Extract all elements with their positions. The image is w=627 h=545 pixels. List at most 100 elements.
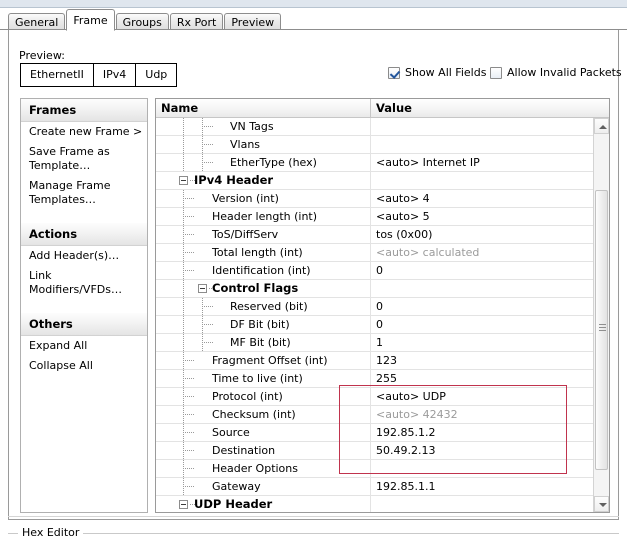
hex-editor-groupbox[interactable]: Hex Editor	[8, 523, 619, 545]
table-row[interactable]: Protocol (int) <auto> UDP	[156, 388, 594, 406]
tree-guide-line	[183, 252, 195, 253]
field-value-cell[interactable]: 123	[371, 352, 594, 369]
preview-segment-ethernetii[interactable]: EthernetII	[21, 64, 94, 86]
allow-invalid-packets-checkbox[interactable]: Allow Invalid Packets	[490, 66, 622, 79]
field-name-cell[interactable]: Source	[156, 424, 371, 441]
field-value-cell[interactable]	[371, 280, 594, 297]
field-value-cell[interactable]: 192.85.1.2	[371, 424, 594, 441]
field-name-cell[interactable]: Checksum (int)	[156, 406, 371, 423]
field-name-cell[interactable]: IPv4 Header	[156, 172, 371, 189]
field-value-cell[interactable]: 255	[371, 370, 594, 387]
table-row[interactable]: Header Options	[156, 460, 594, 478]
field-value-cell[interactable]: 0	[371, 298, 594, 315]
field-value-cell[interactable]	[371, 136, 594, 153]
table-row[interactable]: IPv4 Header	[156, 172, 594, 190]
field-name-cell[interactable]: Version (int)	[156, 190, 371, 207]
show-all-fields-checkbox[interactable]: Show All Fields	[388, 66, 486, 79]
table-row[interactable]: Gateway 192.85.1.1	[156, 478, 594, 496]
field-value-cell[interactable]: <auto> calculated	[371, 244, 594, 261]
sidebar-item-create-new-frame[interactable]: Create new Frame >	[21, 122, 147, 142]
sidebar-item-expand-all[interactable]: Expand All	[21, 336, 147, 356]
table-row[interactable]: EtherType (hex) <auto> Internet IP	[156, 154, 594, 172]
field-name-cell[interactable]: DF Bit (bit)	[156, 316, 371, 333]
table-row[interactable]: Total length (int) <auto> calculated	[156, 244, 594, 262]
tab-rx-port[interactable]: Rx Port	[169, 13, 224, 30]
table-row[interactable]: Version (int) <auto> 4	[156, 190, 594, 208]
tab-frame[interactable]: Frame	[66, 9, 115, 31]
field-value-cell[interactable]: <auto> 42432	[371, 406, 594, 423]
table-row[interactable]: Fragment Offset (int) 123	[156, 352, 594, 370]
table-row[interactable]: Control Flags	[156, 280, 594, 298]
preview-segment-ipv4[interactable]: IPv4	[93, 64, 137, 86]
field-value-cell[interactable]: <auto> Internet IP	[371, 154, 594, 171]
field-value-cell[interactable]: 192.85.1.1	[371, 478, 594, 495]
field-name-cell[interactable]: VN Tags	[156, 118, 371, 135]
tree-vertical-scrollbar[interactable]	[593, 118, 609, 512]
field-name-cell[interactable]: ToS/DiffServ	[156, 226, 371, 243]
sidebar-item-add-header-s[interactable]: Add Header(s)…	[21, 246, 147, 266]
sidebar-item-save-frame-as-template[interactable]: Save Frame as Template…	[21, 142, 147, 176]
table-row[interactable]: Destination 50.49.2.13	[156, 442, 594, 460]
field-value-cell[interactable]	[371, 172, 594, 189]
field-name-cell[interactable]: Destination	[156, 442, 371, 459]
field-value-cell[interactable]: tos (0x00)	[371, 226, 594, 243]
scroll-down-button[interactable]	[594, 496, 609, 512]
tab-groups[interactable]: Groups	[115, 13, 169, 30]
field-value-cell[interactable]: <auto> 4	[371, 190, 594, 207]
sidebar-item-link-modifiers-vfds[interactable]: Link Modifiers/VFDs…	[21, 266, 147, 300]
table-row[interactable]: MF Bit (bit) 1	[156, 334, 594, 352]
table-row[interactable]: Reserved (bit) 0	[156, 298, 594, 316]
field-name-cell[interactable]: UDP Header	[156, 496, 371, 512]
field-name-cell[interactable]: Gateway	[156, 478, 371, 495]
field-name-cell[interactable]: Control Flags	[156, 280, 371, 297]
field-value-cell[interactable]	[371, 496, 594, 512]
preview-segment-udp[interactable]: Udp	[136, 64, 177, 86]
field-name-cell[interactable]: Header Options	[156, 460, 371, 477]
field-value-cell[interactable]: 1	[371, 334, 594, 351]
field-value-cell[interactable]: <auto> 5	[371, 208, 594, 225]
field-name-cell[interactable]: Total length (int)	[156, 244, 371, 261]
table-row[interactable]: Identification (int) 0	[156, 262, 594, 280]
tree-expander-minus-icon[interactable]	[198, 284, 207, 293]
table-row[interactable]: Time to live (int) 255	[156, 370, 594, 388]
field-name-cell[interactable]: Fragment Offset (int)	[156, 352, 371, 369]
tab-general[interactable]: General	[8, 13, 66, 30]
field-name-cell[interactable]: MF Bit (bit)	[156, 334, 371, 351]
table-row[interactable]: VN Tags	[156, 118, 594, 136]
table-row[interactable]: Header length (int) <auto> 5	[156, 208, 594, 226]
field-name-cell[interactable]: Identification (int)	[156, 262, 371, 279]
tree-expander-minus-icon[interactable]	[179, 500, 188, 509]
table-row[interactable]: DF Bit (bit) 0	[156, 316, 594, 334]
field-name-cell[interactable]: Reserved (bit)	[156, 298, 371, 315]
field-name-cell[interactable]: Time to live (int)	[156, 370, 371, 387]
field-value-cell[interactable]: 50.49.2.13	[371, 442, 594, 459]
checkbox-box-unchecked[interactable]	[490, 66, 502, 79]
table-row[interactable]: Checksum (int) <auto> 42432	[156, 406, 594, 424]
scrollbar-thumb[interactable]	[595, 190, 608, 470]
tab-preview[interactable]: Preview	[224, 13, 282, 30]
scroll-up-button[interactable]	[594, 118, 609, 134]
sidebar-item-collapse-all[interactable]: Collapse All	[21, 356, 147, 376]
field-name-cell[interactable]: Protocol (int)	[156, 388, 371, 405]
field-name-label: MF Bit (bit)	[230, 336, 291, 349]
sidebar-item-manage-frame-templates[interactable]: Manage Frame Templates…	[21, 176, 147, 210]
protocol-stack-segment-buttons[interactable]: EthernetII IPv4 Udp	[20, 63, 178, 87]
field-value-cell[interactable]	[371, 460, 594, 477]
field-name-cell[interactable]: Header length (int)	[156, 208, 371, 225]
checkbox-box-checked[interactable]	[388, 66, 400, 79]
field-value-cell[interactable]	[371, 118, 594, 135]
field-value-cell[interactable]: 0	[371, 262, 594, 279]
field-value-cell[interactable]: 0	[371, 316, 594, 333]
table-row[interactable]: UDP Header	[156, 496, 594, 512]
table-row[interactable]: Source 192.85.1.2	[156, 424, 594, 442]
field-value-cell[interactable]: <auto> UDP	[371, 388, 594, 405]
field-name-cell[interactable]: Vlans	[156, 136, 371, 153]
field-name-cell[interactable]: EtherType (hex)	[156, 154, 371, 171]
column-header-name[interactable]: Name	[156, 99, 371, 117]
table-row[interactable]: Vlans	[156, 136, 594, 154]
tree-guide-line	[202, 342, 214, 343]
column-header-value[interactable]: Value	[371, 99, 593, 117]
table-row[interactable]: ToS/DiffServ tos (0x00)	[156, 226, 594, 244]
tree-expander-minus-icon[interactable]	[179, 176, 188, 185]
